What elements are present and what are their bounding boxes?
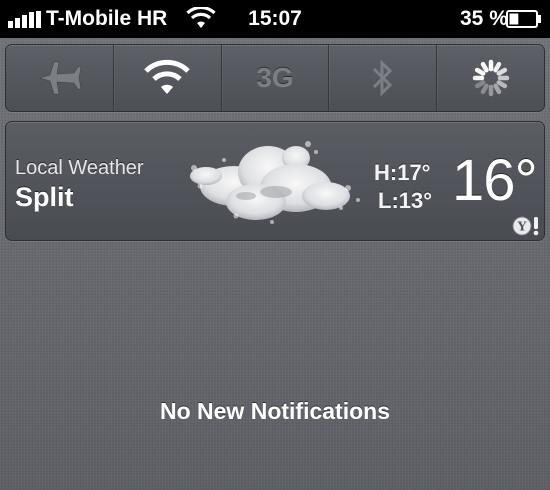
weather-low: L:13° — [378, 188, 433, 213]
status-bar: T-Mobile HR 15:07 35 % — [0, 0, 550, 38]
weather-temperature: 16° — [452, 148, 538, 213]
bluetooth-toggle[interactable] — [329, 45, 438, 111]
wifi-toggle[interactable] — [114, 45, 222, 111]
spinner-icon — [472, 59, 509, 97]
weather-subtitle: Local Weather — [15, 157, 144, 179]
yahoo-logo-icon[interactable]: Y — [511, 215, 541, 237]
quick-toggles-bar: 3G — [5, 44, 545, 112]
weather-high: H:17° — [374, 160, 431, 185]
cloud-icon — [190, 141, 360, 224]
battery-percent: 35 % — [460, 7, 508, 30]
battery-icon — [506, 10, 541, 28]
loading-toggle[interactable] — [437, 45, 544, 111]
wifi-icon — [144, 59, 190, 94]
no-notifications-message: No New Notifications — [159, 398, 390, 424]
airplane-mode-toggle[interactable] — [6, 45, 114, 111]
cellular-3g-toggle[interactable]: 3G — [222, 45, 330, 111]
weather-city: Split — [15, 182, 74, 212]
bluetooth-icon — [372, 59, 392, 97]
3g-label: 3G — [256, 62, 294, 93]
airplane-icon — [39, 61, 82, 95]
weather-widget[interactable]: Local Weather Split H:17° L:13° 16° Y — [5, 121, 545, 241]
svg-text:Y: Y — [517, 220, 527, 234]
